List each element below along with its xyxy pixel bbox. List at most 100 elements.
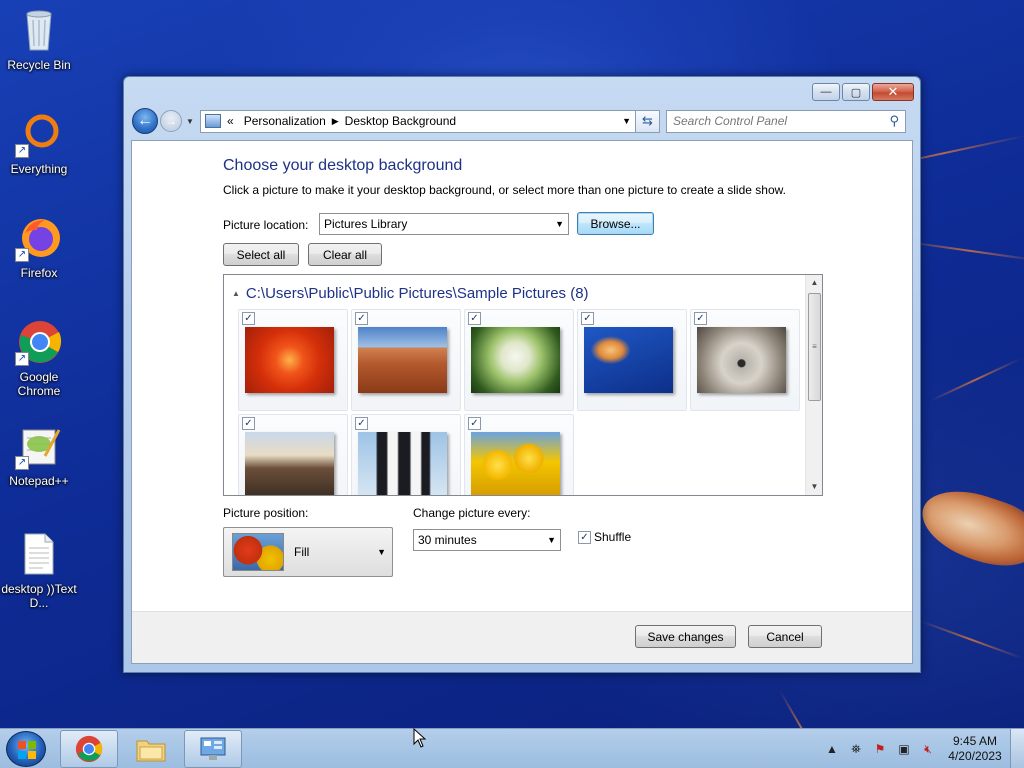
breadcrumb-separator-icon[interactable]: ▶ — [332, 116, 339, 127]
position-preview-thumbnail — [232, 533, 284, 571]
picture-checkbox[interactable]: ✓ — [694, 312, 707, 325]
picture-checkbox[interactable]: ✓ — [242, 312, 255, 325]
taskbar-chrome-button[interactable] — [60, 730, 118, 768]
scrollbar-thumb[interactable]: ≡ — [808, 293, 821, 401]
breadcrumb-overflow[interactable]: « — [227, 114, 234, 128]
clock-time: 9:45 AM — [952, 734, 998, 748]
recycle-bin-icon — [15, 6, 63, 54]
system-clock[interactable]: 9:45 AM 4/20/2023 — [940, 734, 1010, 764]
wallpaper-jellyfish — [913, 479, 1024, 577]
caption-buttons: — ▢ ✕ — [812, 83, 914, 101]
desktop-icon-text-document[interactable]: desktop ))Text D... — [1, 530, 77, 610]
search-input[interactable]: Search Control Panel ⚲ — [666, 109, 906, 133]
everything-icon: ↗ — [15, 110, 63, 158]
desktop-icon-google-chrome[interactable]: ↗ Google Chrome — [1, 318, 77, 398]
refresh-button[interactable]: ⇆ — [636, 109, 660, 133]
address-bar[interactable]: « Personalization ▶ Desktop Background ▼ — [200, 109, 636, 133]
show-desktop-button[interactable] — [1010, 729, 1024, 768]
browse-button[interactable]: Browse... — [577, 212, 654, 235]
notepadpp-icon: ↗ — [15, 422, 63, 470]
picture-location-select[interactable]: Pictures Library ▼ — [319, 213, 569, 235]
taskbar: ▲ ⛯ ⚑ ▣ 🔇︎ 9:45 AM 4/20/2023 — [0, 728, 1024, 768]
back-arrow-icon: ← — [137, 112, 153, 129]
picture-checkbox[interactable]: ✓ — [242, 417, 255, 430]
scroll-down-icon[interactable]: ▼ — [806, 479, 822, 495]
volume-muted-icon[interactable]: 🔇︎ — [919, 741, 937, 757]
taskbar-control-panel-button[interactable] — [184, 730, 242, 768]
picture-group-header[interactable]: ▲ C:\Users\Public\Public Pictures\Sample… — [232, 285, 589, 302]
picture-koala[interactable]: ✓ — [690, 309, 800, 411]
desktop-icon-everything[interactable]: ↗ Everything — [1, 110, 77, 176]
maximize-button[interactable]: ▢ — [842, 83, 870, 101]
picture-checkbox[interactable]: ✓ — [468, 417, 481, 430]
picture-position-select[interactable]: Fill ▼ — [223, 527, 393, 577]
desktop-icon-notepadpp[interactable]: ↗ Notepad++ — [1, 422, 77, 488]
network-icon[interactable]: ⛯ — [847, 741, 865, 757]
forward-button[interactable]: → — [160, 110, 182, 132]
desert-thumbnail — [358, 327, 447, 393]
wallpaper-tendril — [779, 690, 826, 728]
picture-position-value: Fill — [294, 545, 310, 559]
picture-penguins[interactable]: ✓ — [351, 414, 461, 495]
picture-checkbox[interactable]: ✓ — [355, 417, 368, 430]
display-icon[interactable]: ▣ — [895, 741, 913, 757]
change-interval-select[interactable]: 30 minutes ▼ — [413, 529, 561, 551]
chevron-down-icon: ▼ — [555, 219, 564, 229]
desktop-icon-label: Firefox — [20, 266, 58, 280]
tulips-thumbnail — [471, 432, 560, 495]
desktop-icon-label: desktop ))Text D... — [1, 582, 77, 610]
desktop-icon-label: Everything — [10, 162, 68, 176]
picture-hydrangeas[interactable]: ✓ — [464, 309, 574, 411]
text-document-icon — [15, 530, 63, 578]
koala-thumbnail — [697, 327, 786, 393]
clear-all-button[interactable]: Clear all — [308, 243, 382, 266]
cancel-button[interactable]: Cancel — [748, 625, 822, 648]
desktop-icon-label: Google Chrome — [17, 370, 61, 398]
picture-group-title: C:\Users\Public\Public Pictures\Sample P… — [245, 285, 589, 302]
picture-lighthouse[interactable]: ✓ — [238, 414, 348, 495]
taskbar-explorer-button[interactable] — [122, 730, 180, 768]
hydrangeas-thumbnail — [471, 327, 560, 393]
windows-logo-icon — [18, 741, 36, 759]
breadcrumb-personalization[interactable]: Personalization — [244, 114, 326, 128]
shortcut-arrow-icon: ↗ — [15, 248, 29, 262]
recent-pages-dropdown[interactable]: ▼ — [184, 117, 196, 126]
folder-icon — [136, 740, 166, 762]
collapse-icon[interactable]: ▲ — [232, 289, 240, 298]
desktop-icon-firefox[interactable]: ↗ Firefox — [1, 214, 77, 280]
desktop-icon-recycle-bin[interactable]: Recycle Bin — [1, 6, 77, 72]
gallery-scrollbar[interactable]: ▲ ≡ ▼ — [805, 275, 822, 495]
picture-location-value: Pictures Library — [324, 217, 408, 231]
breadcrumb-desktop-background[interactable]: Desktop Background — [345, 114, 456, 128]
search-icon[interactable]: ⚲ — [889, 113, 899, 129]
wallpaper-tendril — [919, 620, 1024, 660]
dialog-footer: Save changes Cancel — [132, 611, 912, 663]
scroll-up-icon[interactable]: ▲ — [806, 275, 822, 291]
picture-checkbox[interactable]: ✓ — [468, 312, 481, 325]
change-interval-value: 30 minutes — [418, 533, 477, 547]
desktop-icon-label: Recycle Bin — [7, 58, 71, 72]
content-pane: Choose your desktop background Click a p… — [131, 140, 913, 664]
penguins-thumbnail — [358, 432, 447, 495]
checkbox-checked-icon[interactable]: ✓ — [578, 530, 591, 544]
desktop-icon-label: Notepad++ — [9, 474, 69, 488]
picture-tulips[interactable]: ✓ — [464, 414, 574, 495]
mouse-cursor-icon — [413, 728, 427, 748]
minimize-button[interactable]: — — [812, 83, 840, 101]
save-changes-button[interactable]: Save changes — [635, 625, 736, 648]
shortcut-arrow-icon: ↗ — [15, 456, 29, 470]
back-button[interactable]: ← — [132, 108, 158, 134]
select-all-button[interactable]: Select all — [223, 243, 299, 266]
picture-checkbox[interactable]: ✓ — [581, 312, 594, 325]
shuffle-checkbox[interactable]: ✓ Shuffle — [578, 530, 631, 544]
picture-chrysanthemum[interactable]: ✓ — [238, 309, 348, 411]
picture-jellyfish[interactable]: ✓ — [577, 309, 687, 411]
start-button[interactable] — [6, 731, 46, 767]
action-center-flag-icon[interactable]: ⚑ — [871, 741, 889, 757]
picture-desert[interactable]: ✓ — [351, 309, 461, 411]
close-button[interactable]: ✕ — [872, 83, 914, 101]
control-panel-icon — [205, 114, 221, 128]
show-hidden-icons-button[interactable]: ▲ — [823, 741, 841, 757]
address-dropdown-icon[interactable]: ▼ — [622, 116, 631, 126]
picture-checkbox[interactable]: ✓ — [355, 312, 368, 325]
